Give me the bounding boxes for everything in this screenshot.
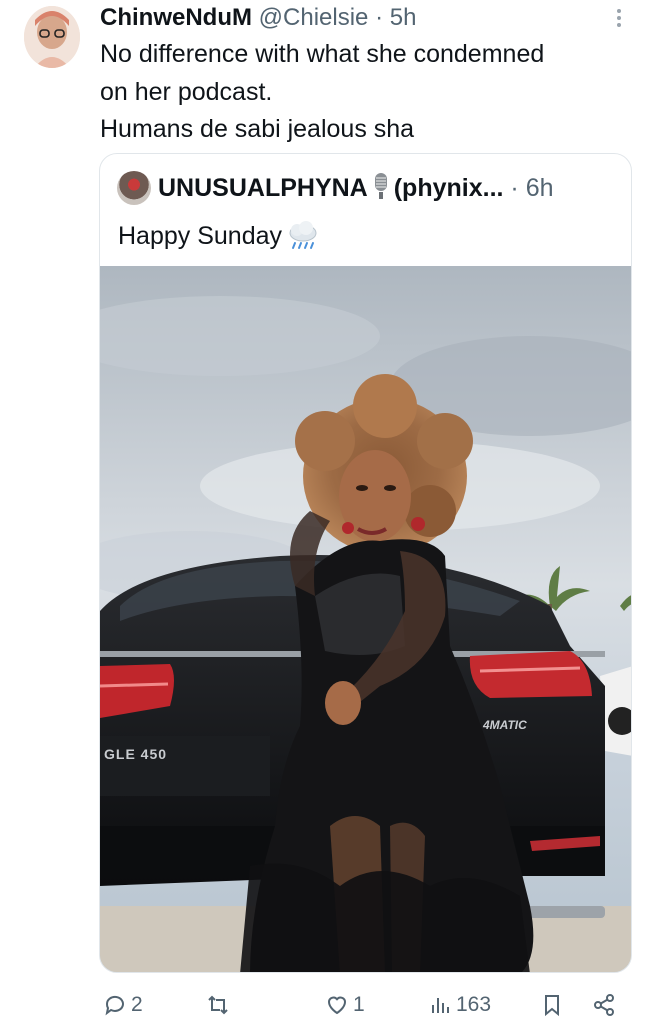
separator-dot: · [375, 4, 384, 31]
heart-icon [327, 996, 347, 1015]
car-model-badge: GLE 450 [104, 746, 167, 762]
microphone-icon [374, 173, 387, 199]
bookmark-button[interactable] [540, 985, 564, 1024]
retweet-icon [208, 995, 228, 1015]
quoted-author-avatar[interactable] [117, 171, 151, 205]
quoted-author-name[interactable]: UNUSUALPHYNA [158, 174, 368, 202]
quoted-tweet-card[interactable]: UNUSUALPHYNA (phynix... · 6h Happy Sunday [99, 153, 632, 973]
quoted-text: Happy Sunday [118, 222, 283, 250]
quoted-tweet-text: Happy Sunday [118, 218, 320, 252]
share-button[interactable] [592, 985, 616, 1024]
retweet-button[interactable] [206, 985, 234, 1024]
reply-icon [105, 995, 124, 1016]
more-options-icon[interactable] [612, 6, 626, 30]
separator-dot: · [510, 174, 519, 202]
tweet-action-bar: 2 1 163 [0, 985, 652, 1024]
quoted-tweet-photo[interactable]: GLE 450 4MATIC [100, 266, 631, 972]
tweet-text-line: Humans de sabi jealous sha [100, 115, 415, 143]
bookmark-icon [545, 995, 559, 1017]
views-icon [432, 998, 449, 1013]
views-count: 163 [456, 993, 492, 1016]
author-avatar[interactable] [24, 6, 80, 68]
car-drive-badge: 4MATIC [482, 718, 527, 732]
like-button[interactable]: 1 [325, 985, 365, 1024]
tweet-text-line: No difference with what she condemned [100, 40, 545, 68]
tweet-header: ChinweNduM @Chielsie · 5h [100, 3, 416, 33]
reply-button[interactable]: 2 [103, 985, 143, 1024]
author-name[interactable]: ChinweNduM [100, 4, 252, 31]
quoted-tweet-timestamp[interactable]: 6h [526, 174, 554, 202]
like-count: 1 [353, 993, 365, 1016]
quoted-tweet-header: UNUSUALPHYNA (phynix... · 6h [158, 172, 554, 204]
views-button[interactable]: 163 [428, 985, 491, 1024]
tweet-text: No difference with what she condemned on… [100, 36, 620, 149]
tweet-text-line: on her podcast. [100, 77, 273, 106]
reply-count: 2 [131, 993, 143, 1016]
author-handle[interactable]: @Chielsie [259, 4, 369, 31]
share-icon [594, 994, 614, 1016]
quoted-author-handle[interactable]: (phynix... [394, 174, 504, 202]
cloud-rain-icon [289, 221, 317, 249]
tweet-timestamp[interactable]: 5h [390, 4, 417, 31]
